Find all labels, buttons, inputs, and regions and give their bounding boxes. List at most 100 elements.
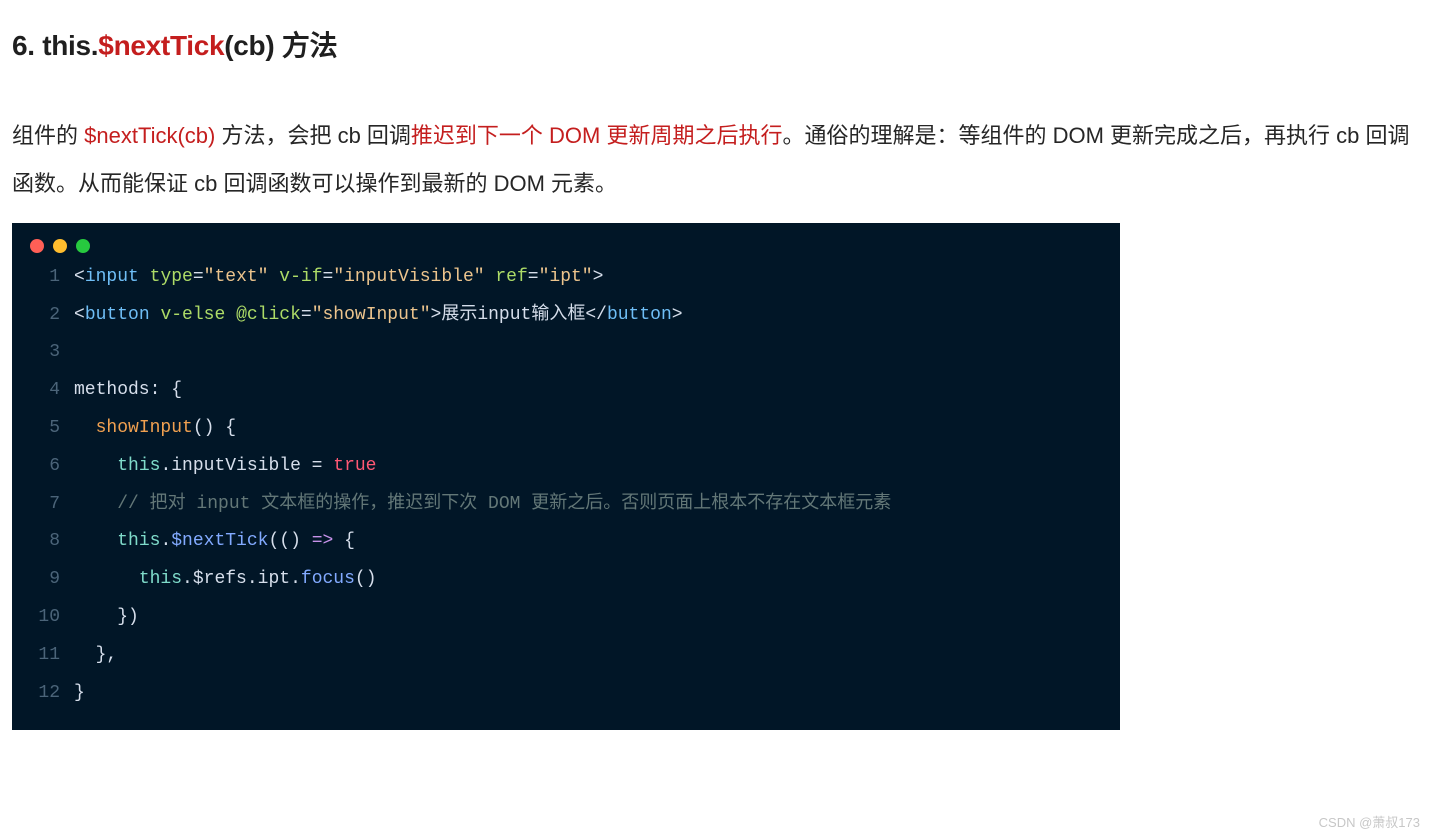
code-token: ipt (258, 569, 290, 589)
heading-highlight: $nextTick (98, 30, 224, 61)
code-token: = (301, 305, 312, 325)
code-token: > (672, 305, 683, 325)
code-line: 5 showInput() { (12, 410, 1120, 448)
line-number: 9 (30, 561, 60, 599)
code-token: "text" (204, 267, 269, 287)
section-heading: 6. this.$nextTick(cb) 方法 (12, 24, 1426, 64)
code-token: showInput (96, 418, 193, 438)
line-content: <button v-else @click="showInput">展示inpu… (74, 297, 683, 335)
code-line: 12} (12, 675, 1120, 713)
code-line: 1 <input type="text" v-if="inputVisible" … (12, 259, 1120, 297)
code-token: inputVisible (171, 456, 301, 476)
line-number: 4 (30, 372, 60, 410)
para-seg-2: $nextTick(cb) (84, 123, 215, 148)
code-token: : { (150, 380, 182, 400)
code-token: = (528, 267, 539, 287)
para-seg-4: 推迟到下一个 DOM 更新周期之后执行 (411, 123, 783, 148)
line-content: }) (74, 599, 139, 637)
code-token: "showInput" (312, 305, 431, 325)
code-token: "ipt" (539, 267, 593, 287)
line-content: methods: { (74, 372, 182, 410)
code-token: focus (301, 569, 355, 589)
para-seg-3: 方法，会把 cb 回调 (215, 123, 411, 148)
code-token: }) (117, 607, 139, 627)
line-number: 3 (30, 334, 60, 372)
line-number: 12 (30, 675, 60, 713)
line-content: this.$refs.ipt.focus() (74, 561, 377, 599)
line-number: 10 (30, 599, 60, 637)
code-token: type (150, 267, 193, 287)
line-content: showInput() { (74, 410, 236, 448)
code-token: }, (96, 645, 118, 665)
code-line: 4 methods: { (12, 372, 1120, 410)
code-line: 9 this.$refs.ipt.focus() (12, 561, 1120, 599)
code-token: } (74, 683, 85, 703)
code-token: this (117, 531, 160, 551)
code-line: 7 // 把对 input 文本框的操作，推迟到下次 DOM 更新之后。否则页面… (12, 486, 1120, 524)
heading-prefix: 6. this. (12, 30, 98, 61)
code-token: . (247, 569, 258, 589)
code-token: < (74, 305, 85, 325)
code-token: = (323, 267, 334, 287)
close-icon (30, 239, 44, 253)
code-token (74, 456, 117, 476)
code-token: this (139, 569, 182, 589)
code-token: v-if (279, 267, 322, 287)
code-token (74, 645, 96, 665)
line-content: } (74, 675, 85, 713)
code-token: $nextTick (171, 531, 268, 551)
line-number: 1 (30, 259, 60, 297)
code-token (74, 569, 139, 589)
code-token (74, 494, 117, 514)
line-number: 11 (30, 637, 60, 675)
code-token: button (607, 305, 672, 325)
code-body: 1 <input type="text" v-if="inputVisible" … (12, 255, 1120, 731)
line-content: this.$nextTick(() => { (74, 523, 355, 561)
code-token: "inputVisible" (333, 267, 484, 287)
code-token: < (74, 267, 85, 287)
line-content: <input type="text" v-if="inputVisible" r… (74, 259, 603, 297)
line-number: 6 (30, 448, 60, 486)
code-line: 11 }, (12, 637, 1120, 675)
line-content (74, 334, 85, 372)
line-content: this.inputVisible = true (74, 448, 377, 486)
code-token: methods (74, 380, 150, 400)
para-seg-1: 组件的 (12, 123, 84, 148)
code-token: > (593, 267, 604, 287)
code-token: </ (585, 305, 607, 325)
watermark-text: CSDN @萧叔173 (1319, 812, 1420, 831)
code-token: { (333, 531, 355, 551)
minimize-icon (53, 239, 67, 253)
window-traffic-lights (12, 223, 1120, 255)
code-token (150, 305, 161, 325)
code-token (74, 531, 117, 551)
maximize-icon (76, 239, 90, 253)
line-number: 7 (30, 486, 60, 524)
code-token: input (85, 267, 139, 287)
code-token: = (193, 267, 204, 287)
code-token (139, 267, 150, 287)
code-token: true (333, 456, 376, 476)
code-token (225, 305, 236, 325)
line-content: // 把对 input 文本框的操作，推迟到下次 DOM 更新之后。否则页面上根… (74, 486, 891, 524)
code-token: button (85, 305, 150, 325)
code-token: this (117, 456, 160, 476)
code-token: () (355, 569, 377, 589)
code-token: . (160, 456, 171, 476)
code-window: 1 <input type="text" v-if="inputVisible" … (12, 223, 1120, 731)
line-number: 8 (30, 523, 60, 561)
code-line: 8 this.$nextTick(() => { (12, 523, 1120, 561)
code-token: ref (495, 267, 527, 287)
code-token: => (312, 531, 334, 551)
code-token: @click (236, 305, 301, 325)
line-number: 2 (30, 297, 60, 335)
code-token: = (301, 456, 333, 476)
code-token: () { (193, 418, 236, 438)
code-token: . (290, 569, 301, 589)
code-line: 6 this.inputVisible = true (12, 448, 1120, 486)
code-token: v-else (160, 305, 225, 325)
code-token: // 把对 input 文本框的操作，推迟到下次 DOM 更新之后。否则页面上根… (117, 494, 891, 514)
heading-suffix: (cb) 方法 (224, 30, 337, 61)
code-token: (() (268, 531, 311, 551)
code-token: $refs (193, 569, 247, 589)
